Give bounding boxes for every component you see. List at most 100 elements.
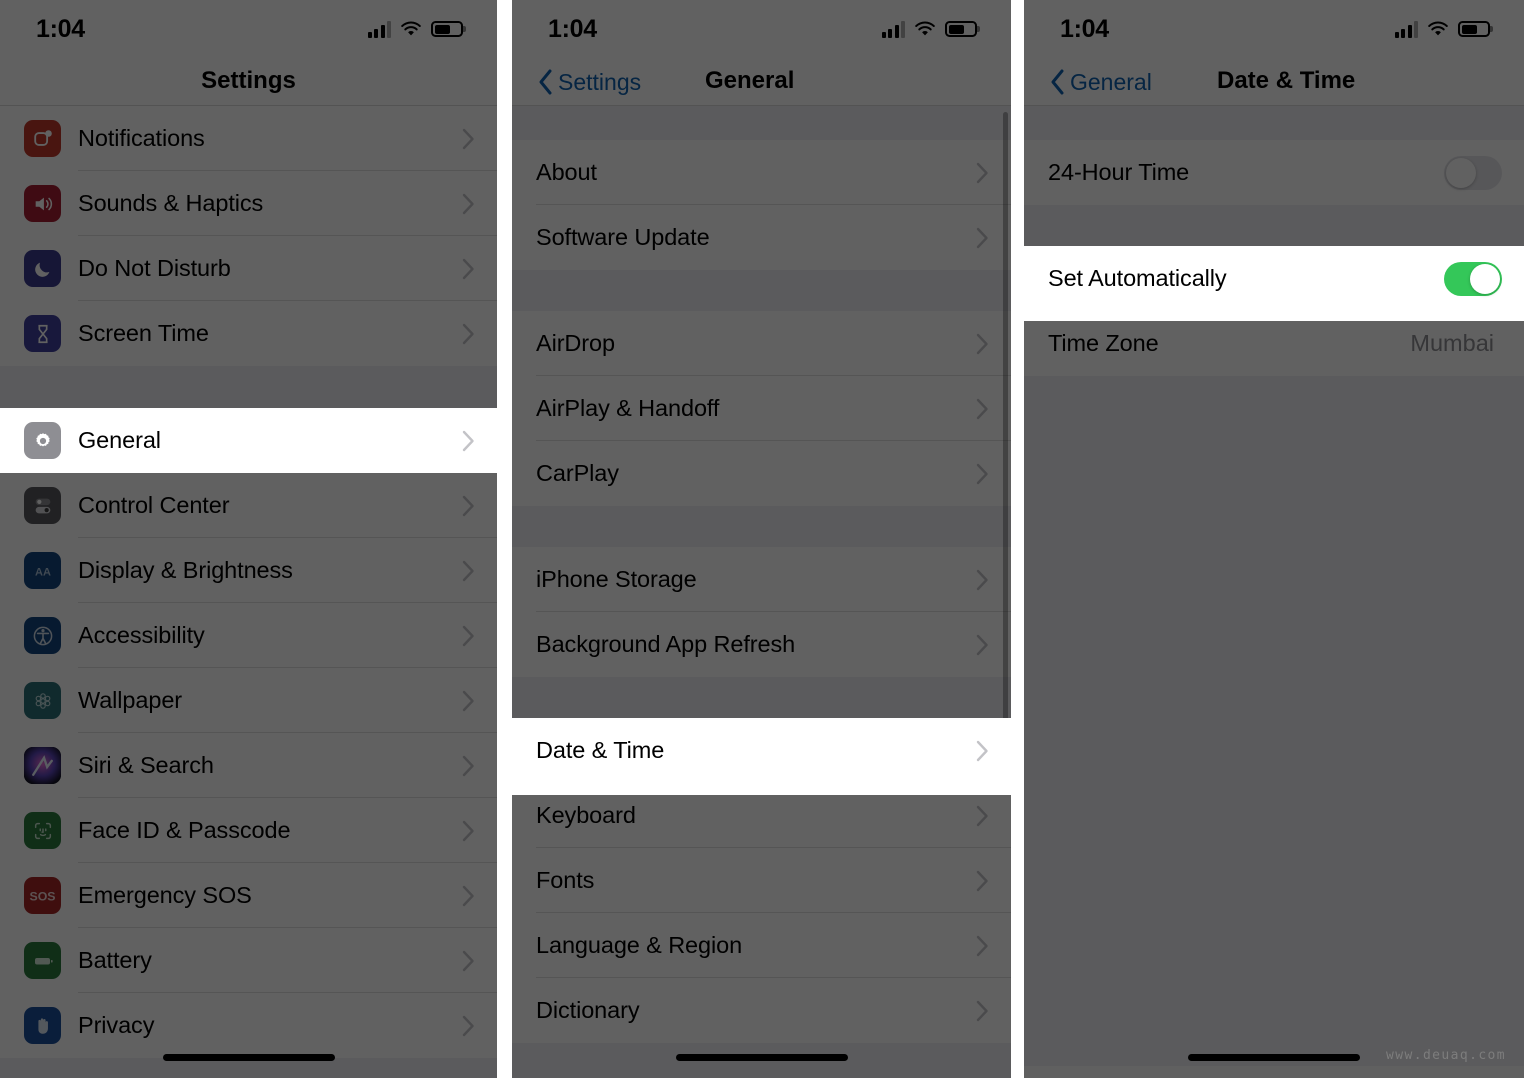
notifications-icon (24, 120, 61, 157)
nav-separator (0, 105, 497, 106)
group-separator (1024, 106, 1524, 140)
cellular-signal-icon (881, 20, 905, 38)
settings-nav-bar: Settings (0, 58, 497, 106)
row-language-region[interactable]: Language & Region (512, 913, 1011, 978)
row-fonts[interactable]: Fonts (512, 848, 1011, 913)
row-label: About (536, 159, 597, 185)
row-label: Emergency SOS (78, 882, 252, 908)
chevron-right-icon (976, 569, 988, 590)
sidebar-item-emergency-sos[interactable]: SOS Emergency SOS (0, 863, 497, 928)
sidebar-item-display-brightness[interactable]: AA Display & Brightness (0, 538, 497, 603)
chevron-right-icon (462, 820, 474, 841)
row-label: Notifications (78, 125, 205, 151)
settings-list: Notifications Sounds & Haptics Do Not Di… (0, 106, 497, 1078)
row-label: Dictionary (536, 997, 640, 1023)
row-24-hour-time[interactable]: 24-Hour Time (1024, 140, 1524, 205)
wallpaper-icon (24, 682, 61, 719)
row-label: AirDrop (536, 330, 615, 356)
group-separator (0, 366, 497, 408)
chevron-right-icon (976, 634, 988, 655)
status-bar-time: 1:04 (548, 14, 597, 43)
sidebar-item-screen-time[interactable]: Screen Time (0, 301, 497, 366)
chevron-right-icon (462, 690, 474, 711)
row-dictionary[interactable]: Dictionary (512, 978, 1011, 1043)
sidebar-item-siri-search[interactable]: Siri & Search (0, 733, 497, 798)
page-title: General (705, 67, 795, 94)
chevron-right-icon (462, 323, 474, 344)
general-screen: 1:04 Settings General About Software Upd… (512, 0, 1011, 1078)
status-bar-time: 1:04 (1060, 14, 1109, 43)
status-bar-icons (881, 20, 977, 38)
chevron-right-icon (976, 935, 988, 956)
row-label: Battery (78, 947, 152, 973)
wifi-icon (400, 21, 422, 37)
page-title: Date & Time (1217, 67, 1356, 94)
group-separator (1024, 205, 1524, 246)
row-label: Display & Brightness (78, 557, 293, 583)
row-about[interactable]: About (512, 140, 1011, 205)
battery-settings-icon (24, 942, 61, 979)
row-time-zone[interactable]: Time Zone Mumbai (1024, 311, 1524, 376)
sidebar-item-sounds-haptics[interactable]: Sounds & Haptics (0, 171, 497, 236)
chevron-right-icon (976, 227, 988, 248)
sidebar-item-battery[interactable]: Battery (0, 928, 497, 993)
battery-icon (945, 21, 977, 37)
sidebar-item-general[interactable]: General (0, 408, 497, 473)
sidebar-item-wallpaper[interactable]: Wallpaper (0, 668, 497, 733)
row-label: CarPlay (536, 460, 619, 486)
chevron-right-icon (462, 560, 474, 581)
row-date-time[interactable]: Date & Time (512, 718, 1011, 783)
chevron-right-icon (462, 258, 474, 279)
row-label: Software Update (536, 224, 710, 250)
emergency-sos-icon: SOS (24, 877, 61, 914)
row-airdrop[interactable]: AirDrop (512, 311, 1011, 376)
row-label: Keyboard (536, 802, 636, 828)
wifi-icon (914, 21, 936, 37)
chevron-right-icon (976, 162, 988, 183)
sidebar-item-control-center[interactable]: Control Center (0, 473, 497, 538)
row-carplay[interactable]: CarPlay (512, 441, 1011, 506)
row-set-automatically[interactable]: Set Automatically (1024, 246, 1524, 311)
screen-time-icon (24, 315, 61, 352)
chevron-right-icon (462, 885, 474, 906)
gear-icon (24, 422, 61, 459)
row-label: Time Zone (1048, 330, 1159, 356)
row-background-app-refresh[interactable]: Background App Refresh (512, 612, 1011, 677)
row-airplay-handoff[interactable]: AirPlay & Handoff (512, 376, 1011, 441)
phone-panel-settings: 1:04 Settings Notifications Sounds & Hap… (0, 0, 497, 1078)
time-zone-value: Mumbai (1410, 330, 1494, 356)
row-label: Do Not Disturb (78, 255, 231, 281)
nav-separator (512, 105, 1011, 106)
scrollbar-vertical[interactable] (1003, 112, 1008, 722)
chevron-right-icon (976, 1000, 988, 1021)
accessibility-icon (24, 617, 61, 654)
date-time-list: 24-Hour Time Set Automatically Time Zone… (1024, 106, 1524, 1078)
sidebar-item-do-not-disturb[interactable]: Do Not Disturb (0, 236, 497, 301)
row-label: Screen Time (78, 320, 209, 346)
chevron-right-icon (976, 740, 988, 761)
status-bar: 1:04 (1024, 0, 1524, 58)
chevron-right-icon (976, 870, 988, 891)
row-software-update[interactable]: Software Update (512, 205, 1011, 270)
battery-icon (431, 21, 463, 37)
sidebar-item-accessibility[interactable]: Accessibility (0, 603, 497, 668)
sidebar-item-privacy[interactable]: Privacy (0, 993, 497, 1058)
row-label: iPhone Storage (536, 566, 697, 592)
row-label: Wallpaper (78, 687, 183, 713)
status-bar-icons (367, 20, 463, 38)
row-iphone-storage[interactable]: iPhone Storage (512, 547, 1011, 612)
sidebar-item-face-id-passcode[interactable]: Face ID & Passcode (0, 798, 497, 863)
status-bar: 1:04 (0, 0, 497, 58)
sidebar-item-notifications[interactable]: Notifications (0, 106, 497, 171)
row-label: Background App Refresh (536, 631, 796, 657)
toggle-24-hour-time[interactable] (1444, 155, 1502, 190)
row-label: Control Center (78, 492, 230, 518)
toggle-set-automatically[interactable] (1444, 261, 1502, 296)
svg-text:SOS: SOS (29, 890, 55, 904)
row-label: Date & Time (536, 737, 665, 763)
general-list: About Software Update AirDrop AirPlay & … (512, 106, 1011, 1078)
row-keyboard[interactable]: Keyboard (512, 783, 1011, 848)
sounds-haptics-icon (24, 185, 61, 222)
battery-icon (1458, 21, 1490, 37)
chevron-right-icon (976, 805, 988, 826)
